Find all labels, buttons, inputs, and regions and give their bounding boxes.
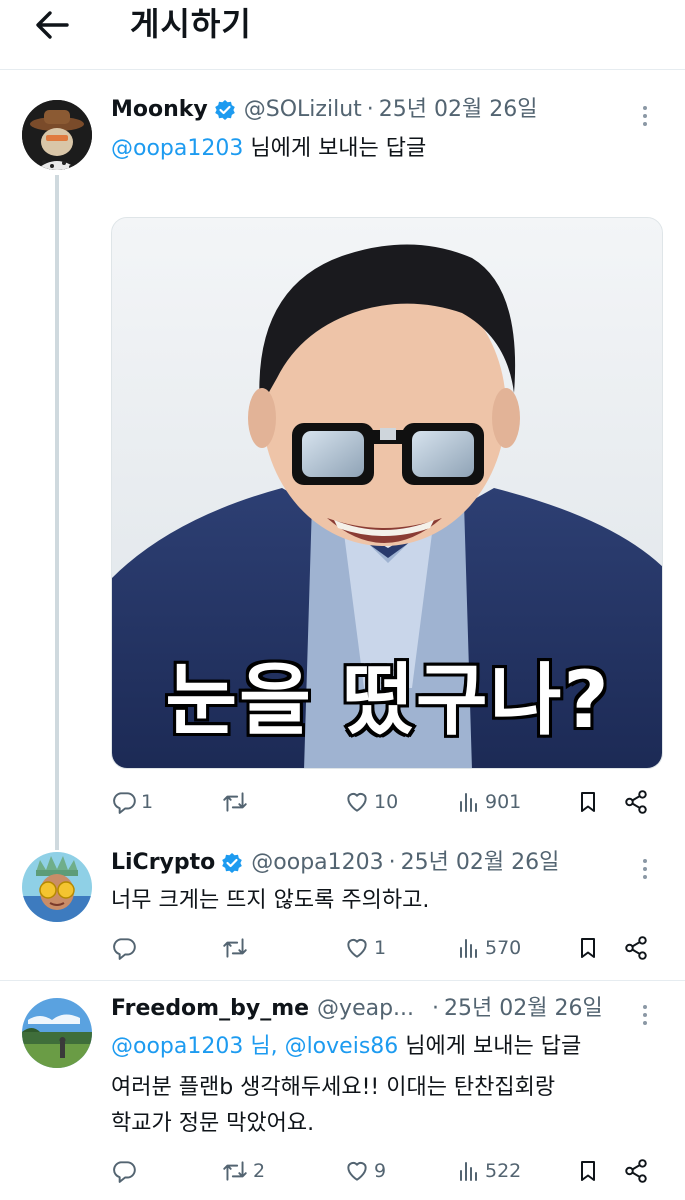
bookmark-button[interactable] [576, 787, 600, 817]
author-name[interactable]: Moonky [111, 96, 208, 124]
reply-mention-link[interactable]: @oopa1203 [111, 136, 243, 161]
bookmark-button[interactable] [576, 1156, 600, 1186]
meme-caption: 눈을 떴구나? [162, 653, 611, 749]
view-count: 522 [485, 1160, 522, 1182]
post-actions-bar: 1 10 901 [111, 787, 656, 817]
share-button[interactable] [623, 1156, 649, 1186]
avatar[interactable] [22, 852, 92, 922]
retweet-icon [223, 1161, 247, 1181]
avatar-liberty-image [22, 852, 92, 922]
view-count: 570 [485, 937, 522, 959]
separator-dot: · [388, 850, 396, 875]
reply-icon [113, 1161, 136, 1183]
retweet-icon [223, 792, 247, 812]
author-name[interactable]: LiCrypto [111, 849, 215, 877]
post-text: 너무 크게는 뜨지 않도록 주의하고. [111, 888, 430, 913]
verified-badge-icon [214, 99, 236, 121]
author-handle[interactable]: @SOLizilut [244, 96, 362, 124]
bookmark-icon [581, 938, 595, 958]
views-icon [460, 1162, 477, 1181]
views-icon [460, 793, 477, 812]
view-count: 901 [485, 791, 522, 813]
more-options-button[interactable] [635, 102, 655, 130]
back-button[interactable] [30, 6, 74, 44]
arrow-left-icon [36, 11, 69, 39]
post-actions-bar: 1 570 [111, 933, 656, 963]
avatar-character-image [22, 100, 92, 170]
views-button[interactable]: 901 [457, 787, 521, 817]
reply-button[interactable]: 1 [111, 787, 153, 817]
like-count: 9 [374, 1160, 387, 1182]
views-icon [460, 939, 477, 958]
author-handle[interactable]: @yeap... [317, 995, 414, 1023]
reply-icon [113, 792, 136, 814]
retweet-button[interactable] [221, 787, 253, 817]
share-icon [625, 936, 647, 960]
like-count: 10 [374, 791, 399, 813]
reply-mention-link[interactable]: @oopa1203 님, @loveis86 [111, 1034, 398, 1059]
retweet-button[interactable]: 2 [221, 1156, 265, 1186]
retweet-icon [223, 938, 247, 958]
like-button[interactable]: 10 [344, 787, 398, 817]
bookmark-button[interactable] [576, 933, 600, 963]
reply-to-line: @oopa1203 님, @loveis86 님에게 보내는 답글 [111, 1032, 581, 1062]
avatar[interactable] [22, 998, 92, 1068]
bookmark-icon [581, 792, 595, 812]
post-header: Freedom_by_me @yeap... · 25년 02월 26일 [111, 995, 603, 1023]
share-icon [625, 790, 647, 814]
author-name[interactable]: Freedom_by_me [111, 995, 309, 1023]
more-options-button[interactable] [635, 1001, 655, 1029]
page-title: 게시하기 [130, 5, 252, 43]
avatar-landscape-image [22, 998, 92, 1068]
like-icon [347, 938, 367, 958]
reply-button[interactable] [111, 1156, 141, 1186]
author-handle[interactable]: @oopa1203 [251, 849, 383, 877]
post-text-line-1: 여러분 플랜b 생각해두세요!! 이대는 탄찬집회랑 [111, 1075, 556, 1100]
reply-to-label: 님에게 보내는 답글 [243, 136, 427, 161]
like-button[interactable]: 1 [344, 933, 386, 963]
like-icon [347, 1161, 367, 1181]
reply-count: 1 [141, 791, 154, 813]
post-date[interactable]: 25년 02월 26일 [444, 995, 603, 1023]
post-media-image[interactable]: 눈을 떴구나? [111, 217, 663, 769]
bookmark-icon [581, 1161, 595, 1181]
like-button[interactable]: 9 [344, 1156, 386, 1186]
post-date[interactable]: 25년 02월 26일 [379, 96, 538, 124]
post-header: LiCrypto @oopa1203 · 25년 02월 26일 [111, 849, 559, 877]
post-actions-bar: 2 9 522 [111, 1156, 656, 1186]
reply-icon [113, 938, 136, 960]
post-date[interactable]: 25년 02월 26일 [401, 849, 560, 877]
more-options-button[interactable] [635, 855, 655, 883]
like-icon [347, 792, 367, 812]
post-divider [0, 980, 685, 981]
views-button[interactable]: 570 [457, 933, 521, 963]
post-header: Moonky @SOLizilut · 25년 02월 26일 [111, 96, 537, 124]
share-button[interactable] [623, 933, 649, 963]
like-count: 1 [374, 937, 387, 959]
separator-dot: · [432, 996, 440, 1021]
reply-button[interactable] [111, 933, 141, 963]
separator-dot: · [366, 97, 374, 122]
retweet-button[interactable] [221, 933, 253, 963]
post-text-line-2: 학교가 정문 막았어요. [111, 1111, 315, 1136]
thread-connector-line [55, 175, 59, 850]
top-bar: 게시하기 [0, 0, 685, 70]
reply-to-label: 님에게 보내는 답글 [398, 1034, 582, 1059]
share-icon [625, 1159, 647, 1183]
reply-to-line: @oopa1203 님에게 보내는 답글 [111, 134, 426, 164]
avatar[interactable] [22, 100, 92, 170]
views-button[interactable]: 522 [457, 1156, 521, 1186]
share-button[interactable] [623, 787, 649, 817]
verified-badge-icon [221, 852, 243, 874]
retweet-count: 2 [253, 1160, 266, 1182]
